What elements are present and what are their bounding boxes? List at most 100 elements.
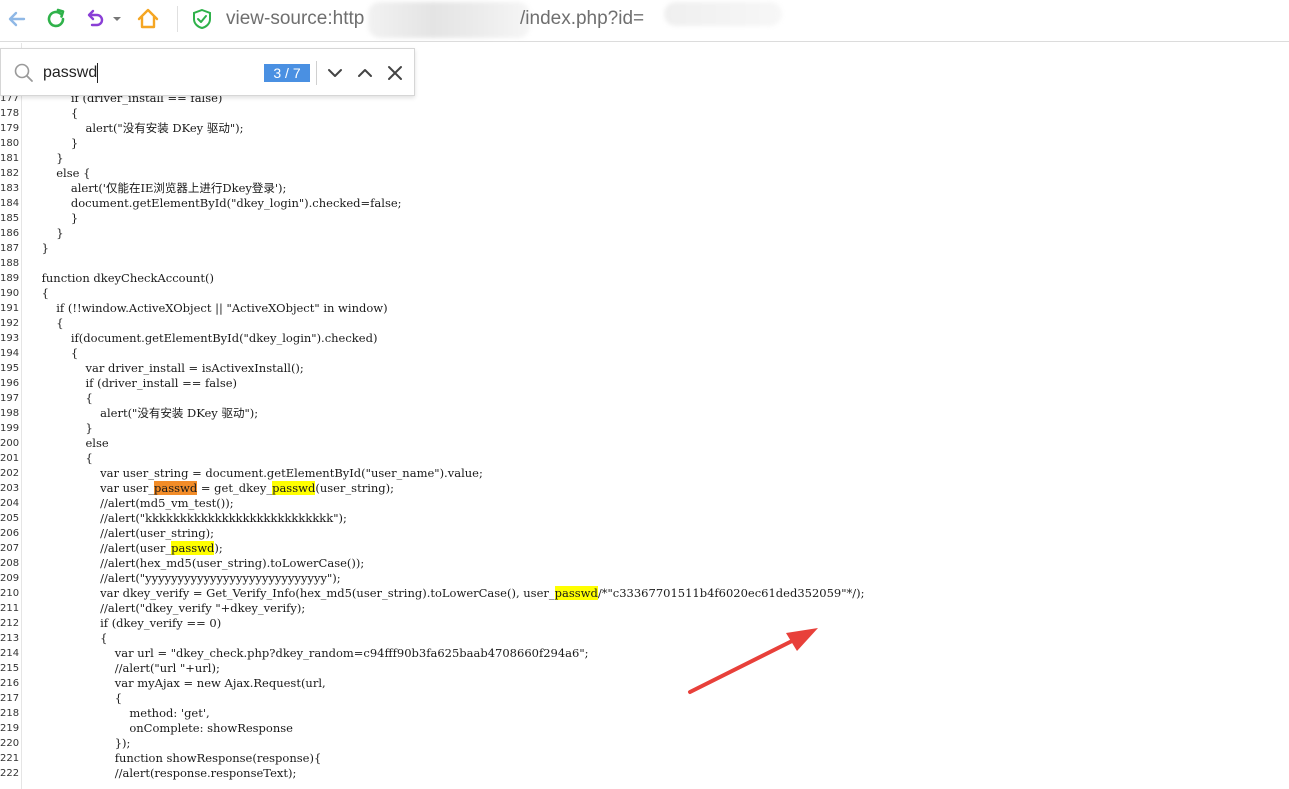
code-text: } <box>27 226 64 240</box>
source-line: 181 } <box>0 151 1289 166</box>
address-bar-url-suffix[interactable]: /index.php?id= <box>520 8 644 30</box>
line-number: 180 <box>0 138 20 149</box>
source-code: } <box>27 151 64 166</box>
source-code: alert('仅能在IE浏览器上进行Dkey登录'); <box>27 181 287 196</box>
source-code: document.getElementById("dkey_login").ch… <box>27 196 402 211</box>
toolbar-divider <box>177 6 178 32</box>
source-code: } <box>27 226 64 241</box>
source-code: { <box>27 106 78 121</box>
source-code: //alert("dkey_verify "+dkey_verify); <box>27 601 305 616</box>
code-text: } <box>27 241 49 255</box>
source-code: //alert(hex_md5(user_string).toLowerCase… <box>27 556 364 571</box>
find-input[interactable] <box>43 61 253 85</box>
source-code: //alert(user_string); <box>27 526 214 541</box>
line-number: 187 <box>0 243 20 254</box>
code-text: //alert(hex_md5(user_string).toLowerCase… <box>27 556 365 570</box>
code-text: var user_string = document.getElementByI… <box>27 466 483 480</box>
code-text: if(document.getElementById("dkey_login")… <box>27 331 378 345</box>
line-number: 194 <box>0 348 20 359</box>
source-code: } <box>27 211 78 226</box>
code-text: { <box>27 691 123 705</box>
undo-dropdown-chevron-icon[interactable] <box>110 5 124 33</box>
code-text: { <box>27 631 108 645</box>
code-text: onComplete: showResponse <box>27 721 293 735</box>
home-icon[interactable] <box>134 5 162 33</box>
line-number: 213 <box>0 633 20 644</box>
code-text: else <box>27 436 109 450</box>
source-line: 219 onComplete: showResponse <box>0 721 1289 736</box>
source-line: 200 else <box>0 436 1289 451</box>
back-arrow-icon[interactable] <box>4 5 32 33</box>
line-number: 221 <box>0 753 20 764</box>
line-number: 188 <box>0 258 20 269</box>
source-line: 199 } <box>0 421 1289 436</box>
source-code: //alert("url "+url); <box>27 661 220 676</box>
line-number: 206 <box>0 528 20 539</box>
undo-icon[interactable] <box>82 5 110 33</box>
code-text: alert("没有安装 DKey 驱动"); <box>27 121 244 135</box>
line-number: 205 <box>0 513 20 524</box>
line-number: 201 <box>0 453 20 464</box>
browser-toolbar: view-source:http /index.php?id= <box>0 0 1289 42</box>
code-text: var user_ <box>27 481 154 495</box>
code-text: = get_dkey_ <box>197 481 273 495</box>
find-bar-divider <box>316 61 317 85</box>
source-code: if (!!window.ActiveXObject || "ActiveXOb… <box>27 301 387 316</box>
code-text: } <box>27 136 79 150</box>
code-text: //alert("yyyyyyyyyyyyyyyyyyyyyyyyyyyy"); <box>27 571 341 585</box>
line-number: 212 <box>0 618 20 629</box>
source-line: 188 <box>0 256 1289 271</box>
line-number: 179 <box>0 123 20 134</box>
close-find-icon[interactable] <box>383 61 407 85</box>
source-code: alert("没有安装 DKey 驱动"); <box>27 406 258 421</box>
search-match-highlight: passwd <box>272 481 316 495</box>
code-text: { <box>27 106 79 120</box>
line-number: 184 <box>0 198 20 209</box>
line-number: 196 <box>0 378 20 389</box>
source-line: 198 alert("没有安装 DKey 驱动"); <box>0 406 1289 421</box>
line-number: 181 <box>0 153 20 164</box>
code-text: } <box>27 151 64 165</box>
source-line: 180 } <box>0 136 1289 151</box>
source-line: 179 alert("没有安装 DKey 驱动"); <box>0 121 1289 136</box>
source-line: 216 var myAjax = new Ajax.Request(url, <box>0 676 1289 691</box>
source-line: 190 { <box>0 286 1289 301</box>
code-text: //alert("url "+url); <box>27 661 220 675</box>
source-line: 185 } <box>0 211 1289 226</box>
search-match-highlight: passwd <box>554 586 598 600</box>
source-code: var user_string = document.getElementByI… <box>27 466 483 481</box>
line-number: 192 <box>0 318 20 329</box>
secure-shield-icon[interactable] <box>192 8 212 30</box>
code-text: if (dkey_verify == 0) <box>27 616 222 630</box>
line-number: 203 <box>0 483 20 494</box>
source-line: 217 { <box>0 691 1289 706</box>
source-line: 221 function showResponse(response){ <box>0 751 1289 766</box>
line-number: 220 <box>0 738 20 749</box>
source-code: } <box>27 136 78 151</box>
line-number: 190 <box>0 288 20 299</box>
source-code: { <box>27 316 64 331</box>
line-number: 219 <box>0 723 20 734</box>
code-text: { <box>27 316 64 330</box>
source-line: 195 var driver_install = isActivexInstal… <box>0 361 1289 376</box>
line-number: 211 <box>0 603 20 614</box>
source-line: 184 document.getElementById("dkey_login"… <box>0 196 1289 211</box>
next-match-chevron-down-icon[interactable] <box>323 61 347 85</box>
source-code: { <box>27 391 92 406</box>
search-match-highlight: passwd <box>171 541 215 555</box>
source-code: if (dkey_verify == 0) <box>27 616 221 631</box>
address-bar-url-prefix[interactable]: view-source:http <box>226 8 364 30</box>
source-code: var driver_install = isActivexInstall(); <box>27 361 303 376</box>
source-line: 215 //alert("url "+url); <box>0 661 1289 676</box>
code-text: /*"c33367701511b4f6020ec61ded352059"*/); <box>597 586 865 600</box>
refresh-icon[interactable] <box>42 5 70 33</box>
source-code: function showResponse(response){ <box>27 751 322 766</box>
source-line: 211 //alert("dkey_verify "+dkey_verify); <box>0 601 1289 616</box>
line-number: 178 <box>0 108 20 119</box>
line-number: 195 <box>0 363 20 374</box>
previous-match-chevron-up-icon[interactable] <box>353 61 377 85</box>
code-text: function showResponse(response){ <box>27 751 322 765</box>
line-number: 216 <box>0 678 20 689</box>
line-number: 209 <box>0 573 20 584</box>
source-line: 192 { <box>0 316 1289 331</box>
